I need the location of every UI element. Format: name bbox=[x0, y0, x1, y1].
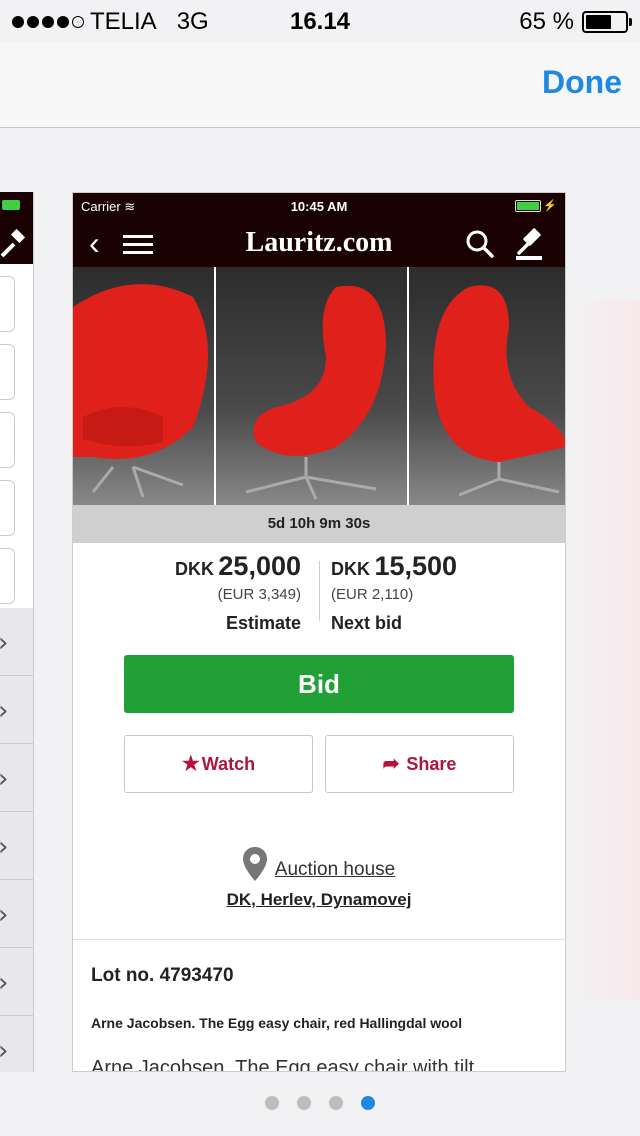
list-item: › bbox=[0, 1016, 33, 1072]
app-preview-card[interactable]: Carrier ≋ 10:45 AM ⚡ ‹ Lauritz.com 5d 10… bbox=[72, 192, 566, 1072]
search-icon[interactable] bbox=[465, 229, 495, 259]
chevron-right-icon: › bbox=[0, 1036, 8, 1066]
star-icon: ★ bbox=[181, 753, 200, 775]
share-label: Share bbox=[406, 754, 457, 774]
page-dot[interactable] bbox=[297, 1096, 311, 1110]
chevron-right-icon: › bbox=[0, 968, 8, 998]
page-dot[interactable] bbox=[361, 1096, 375, 1110]
app-header: Carrier ≋ 10:45 AM ⚡ ‹ Lauritz.com bbox=[73, 193, 565, 267]
page-indicator[interactable] bbox=[0, 1096, 640, 1110]
next-bid-currency: DKK bbox=[331, 559, 370, 579]
next-bid-label: Next bid bbox=[331, 613, 403, 633]
chair-photo[interactable] bbox=[73, 267, 217, 505]
price-panel: DKK 25,000 (EUR 3,349) Estimate DKK 15,5… bbox=[73, 543, 565, 653]
auction-countdown: 5d 10h 9m 30s bbox=[73, 505, 565, 543]
chair-photo[interactable] bbox=[216, 267, 409, 505]
map-pin-icon bbox=[242, 847, 267, 886]
list-item: › bbox=[0, 676, 33, 744]
chevron-right-icon: › bbox=[0, 696, 8, 726]
os-battery: 65 % bbox=[519, 8, 632, 36]
estimate-label: Estimate bbox=[225, 613, 301, 633]
battery-icon bbox=[2, 200, 20, 210]
list-item: › bbox=[0, 608, 33, 676]
chevron-right-icon: › bbox=[0, 764, 8, 794]
app-nav: ‹ Lauritz.com bbox=[73, 225, 565, 265]
chevron-right-icon: › bbox=[0, 832, 8, 862]
page-dot[interactable] bbox=[329, 1096, 343, 1110]
top-bar: Done bbox=[0, 42, 640, 128]
image-gallery[interactable] bbox=[73, 267, 565, 505]
next-bid-amount: 15,500 bbox=[374, 551, 458, 581]
watch-label: Watch bbox=[201, 754, 256, 774]
list-item: › bbox=[0, 880, 33, 948]
share-button[interactable]: ➦ Share bbox=[325, 735, 514, 793]
list-item: › bbox=[0, 948, 33, 1016]
lot-description: Arne Jacobsen. The Egg easy chair with t… bbox=[91, 1057, 475, 1072]
location-block: Auction house DK, Herlev, Dynamovej bbox=[73, 845, 565, 910]
list-item: › bbox=[0, 744, 33, 812]
battery-percent: 65 % bbox=[519, 8, 574, 35]
chevron-right-icon: › bbox=[0, 628, 8, 658]
chevron-right-icon: › bbox=[0, 900, 8, 930]
battery-icon bbox=[582, 11, 632, 33]
chair-photo[interactable] bbox=[408, 267, 565, 505]
page-dot[interactable] bbox=[265, 1096, 279, 1110]
list-item: › bbox=[0, 812, 33, 880]
os-status-bar: TELIA 3G 16.14 65 % bbox=[0, 0, 640, 42]
address-link[interactable]: DK, Herlev, Dynamovej bbox=[73, 890, 565, 910]
previous-app-card[interactable]: › › › › › › › bbox=[0, 192, 34, 1072]
app-battery-icon: ⚡ bbox=[515, 199, 557, 212]
auction-house-link[interactable]: Auction house bbox=[275, 859, 395, 881]
bid-button[interactable]: Bid bbox=[124, 655, 514, 713]
next-bid-eur: (EUR 2,110) bbox=[331, 586, 414, 603]
done-button[interactable]: Done bbox=[542, 64, 622, 101]
watch-button[interactable]: ★ Watch bbox=[124, 735, 313, 793]
gavel-icon bbox=[0, 228, 30, 265]
estimate-block: DKK 25,000 (EUR 3,349) Estimate bbox=[73, 551, 313, 634]
lot-number: Lot no. 4793470 bbox=[91, 965, 234, 986]
estimate-amount: 25,000 bbox=[218, 551, 301, 581]
share-arrow-icon: ➦ bbox=[382, 753, 400, 775]
next-bid-block: DKK 15,500 (EUR 2,110) Next bid bbox=[321, 551, 561, 634]
estimate-eur: (EUR 3,349) bbox=[217, 586, 301, 603]
app-clock: 10:45 AM bbox=[290, 199, 348, 214]
estimate-currency: DKK bbox=[174, 559, 214, 579]
gavel-icon[interactable] bbox=[513, 227, 547, 261]
lot-title: Arne Jacobsen. The Egg easy chair, red H… bbox=[91, 1015, 463, 1031]
